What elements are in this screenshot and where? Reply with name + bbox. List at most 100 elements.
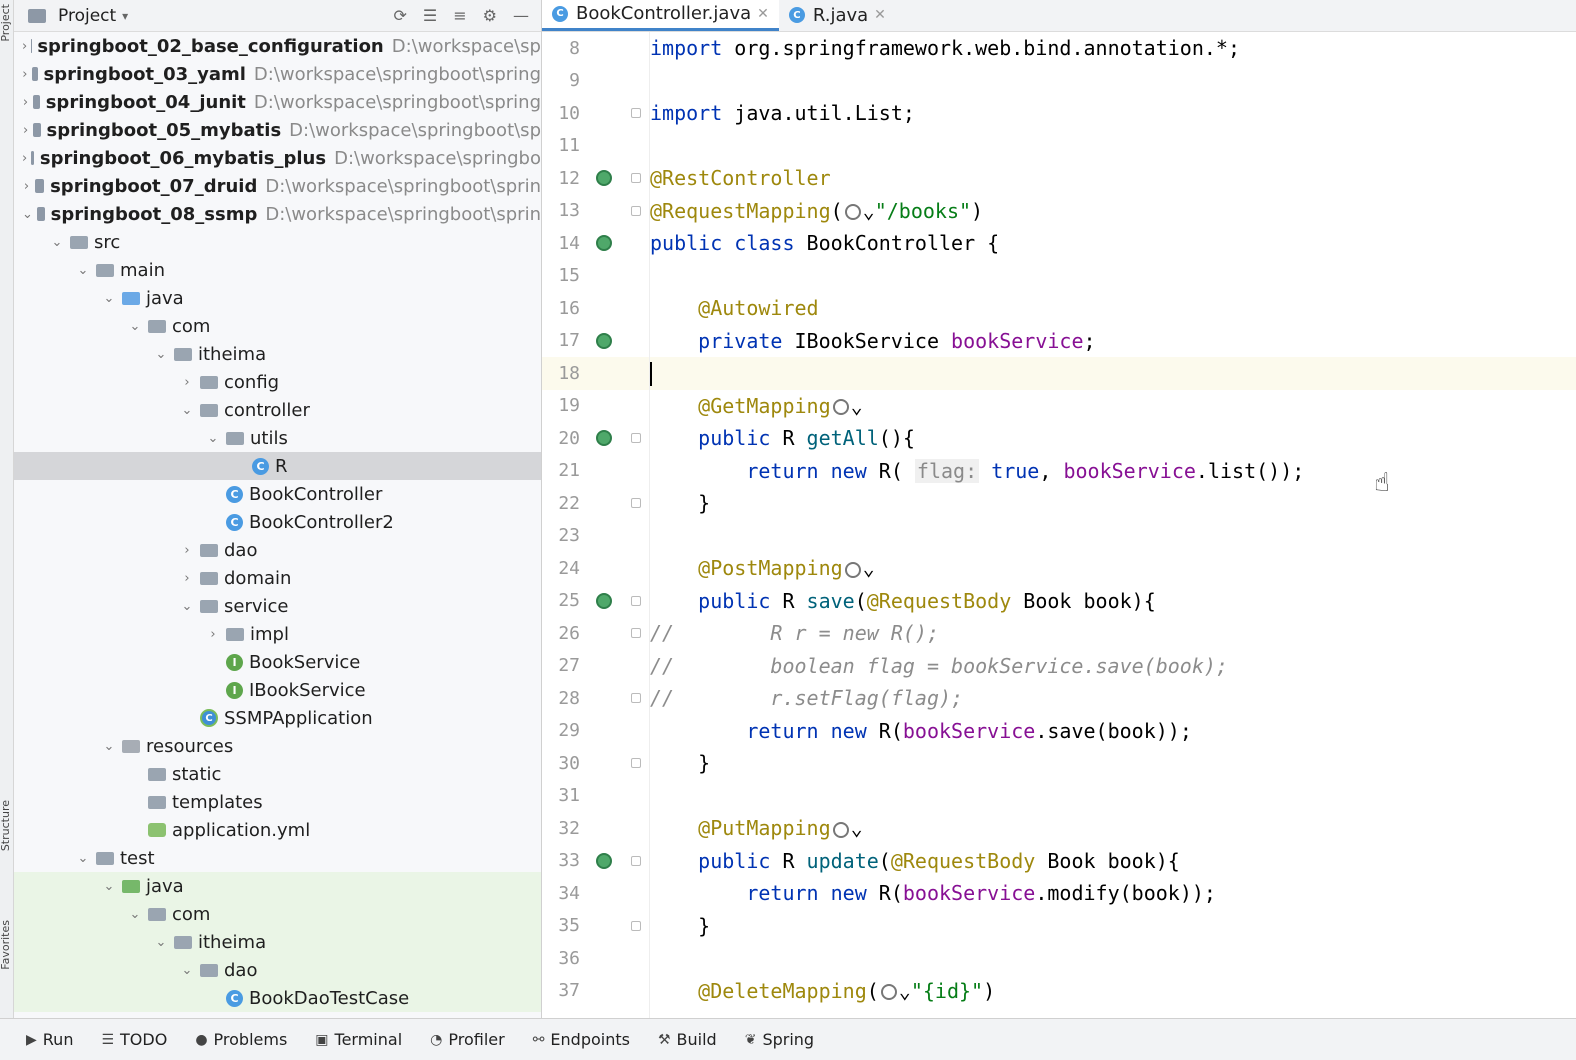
tree-item[interactable]: static xyxy=(14,760,541,788)
chevron-right-icon[interactable]: › xyxy=(178,571,196,586)
tree-item[interactable]: › springboot_03_yaml D:\workspace\springbo… xyxy=(14,60,541,88)
tool-window-button-todo[interactable]: ☰ TODO xyxy=(101,1030,167,1049)
tool-window-button-build[interactable]: ⚒ Build xyxy=(658,1030,717,1049)
code-line[interactable]: 9 xyxy=(542,65,1576,98)
code-line[interactable]: 19 @GetMapping ⌄ xyxy=(542,390,1576,423)
code-line[interactable]: 18 xyxy=(542,357,1576,390)
web-endpoint-icon[interactable] xyxy=(832,821,849,838)
close-icon[interactable]: ✕ xyxy=(757,6,769,22)
tool-window-button-run[interactable]: ▶ Run xyxy=(26,1030,73,1049)
tree-item[interactable]: ⌄ java xyxy=(14,872,541,900)
tree-item[interactable]: › impl xyxy=(14,620,541,648)
chevron-down-icon[interactable]: ⌄ xyxy=(152,347,170,362)
chevron-down-icon[interactable]: ⌄ xyxy=(178,403,196,418)
chevron-down-icon[interactable]: ⌄ xyxy=(126,907,144,922)
web-endpoint-icon[interactable] xyxy=(844,204,861,221)
code-line[interactable]: 12 @RestController xyxy=(542,162,1576,195)
chevron-right-icon[interactable]: › xyxy=(178,543,196,558)
tree-item[interactable]: I BookService xyxy=(14,648,541,676)
tree-item[interactable]: ⌄ itheima xyxy=(14,928,541,956)
chevron-right-icon[interactable]: › xyxy=(22,39,27,54)
code-line[interactable]: 13 @RequestMapping(⌄"/books") xyxy=(542,195,1576,228)
chevron-right-icon[interactable]: › xyxy=(22,151,27,166)
tree-item[interactable]: C SSMPApplication xyxy=(14,704,541,732)
chevron-right-icon[interactable]: › xyxy=(22,67,28,82)
tree-item[interactable]: › springboot_05_mybatis D:\workspace\sprin… xyxy=(14,116,541,144)
code-line[interactable]: 35 } xyxy=(542,910,1576,943)
tree-item[interactable]: › springboot_02_base_configuration D:\work… xyxy=(14,32,541,60)
tree-item[interactable]: ⌄ dao xyxy=(14,956,541,984)
chevron-down-icon[interactable]: ▾ xyxy=(122,9,128,23)
tree-item[interactable]: ⌄ itheima xyxy=(14,340,541,368)
chevron-down-icon[interactable]: ⌄ xyxy=(126,319,144,334)
fold-icon[interactable] xyxy=(631,205,641,216)
tree-item[interactable]: ⌄ src xyxy=(14,228,541,256)
code-line[interactable]: 37 @DeleteMapping(⌄"{id}") xyxy=(542,975,1576,1008)
tree-item[interactable]: › springboot_04_junit D:\workspace\springb… xyxy=(14,88,541,116)
tree-item[interactable]: templates xyxy=(14,788,541,816)
tree-item[interactable]: C BookController2 xyxy=(14,508,541,536)
code-area[interactable]: 8 import org.springframework.web.bind.ann… xyxy=(542,32,1576,1007)
minimize-icon[interactable]: — xyxy=(513,6,529,25)
code-line[interactable]: 14 public class BookController { xyxy=(542,227,1576,260)
fold-icon[interactable] xyxy=(631,498,641,509)
code-line[interactable]: 11 xyxy=(542,130,1576,163)
tree-item[interactable]: ⌄ utils xyxy=(14,424,541,452)
spring-bean-icon[interactable] xyxy=(596,235,612,252)
code-line[interactable]: 21 return new R( flag: true, bookService… xyxy=(542,455,1576,488)
code-line[interactable]: 20 public R getAll(){ xyxy=(542,422,1576,455)
chevron-right-icon[interactable]: › xyxy=(22,95,29,110)
fold-icon[interactable] xyxy=(631,758,641,769)
chevron-down-icon[interactable]: ⌄ xyxy=(152,935,170,950)
tool-window-button-terminal[interactable]: ▣ Terminal xyxy=(315,1030,402,1049)
web-endpoint-icon[interactable] xyxy=(832,399,849,416)
tree-item[interactable]: › domain xyxy=(14,564,541,592)
tool-window-button-profiler[interactable]: ◔ Profiler xyxy=(430,1030,505,1049)
chevron-down-icon[interactable]: ⌄ xyxy=(178,599,196,614)
editor-tab[interactable]: C R.java ✕ xyxy=(779,0,896,31)
code-line[interactable]: 33 public R update(@RequestBody Book boo… xyxy=(542,845,1576,878)
code-line[interactable]: 17 private IBookService bookService; xyxy=(542,325,1576,358)
favorites-tool-label[interactable]: Favorites xyxy=(0,920,12,970)
tree-item[interactable]: ⌄ java xyxy=(14,284,541,312)
code-line[interactable]: 15 xyxy=(542,260,1576,293)
tree-item[interactable]: › springboot_06_mybatis_plus D:\workspace\… xyxy=(14,144,541,172)
spring-bean-icon[interactable] xyxy=(596,332,612,349)
chevron-down-icon[interactable]: ⌄ xyxy=(100,291,118,306)
spring-bean-icon[interactable] xyxy=(596,170,612,187)
code-line[interactable]: 26 // R r = new R(); xyxy=(542,617,1576,650)
chevron-down-icon[interactable]: ⌄ xyxy=(22,207,33,222)
chevron-down-icon[interactable]: ⌄ xyxy=(74,263,92,278)
chevron-down-icon[interactable]: ⌄ xyxy=(100,739,118,754)
tree-item[interactable]: › dao xyxy=(14,536,541,564)
chevron-right-icon[interactable]: › xyxy=(178,375,196,390)
spring-bean-icon[interactable] xyxy=(596,430,612,447)
chevron-down-icon[interactable]: ⌄ xyxy=(178,963,196,978)
fold-icon[interactable] xyxy=(631,855,641,866)
tree-item[interactable]: C BookDaoTestCase xyxy=(14,984,541,1012)
web-endpoint-icon[interactable] xyxy=(880,984,897,1001)
structure-tool-label[interactable]: Structure xyxy=(0,800,12,851)
spring-bean-icon[interactable] xyxy=(596,852,612,869)
project-panel-title[interactable]: Project xyxy=(58,6,116,26)
code-line[interactable]: 24 @PostMapping ⌄ xyxy=(542,552,1576,585)
fold-icon[interactable] xyxy=(631,433,641,444)
tree-item[interactable]: ⌄ com xyxy=(14,900,541,928)
fold-icon[interactable] xyxy=(631,693,641,704)
code-line[interactable]: 34 return new R(bookService.modify(book)… xyxy=(542,877,1576,910)
chevron-down-icon[interactable]: ⌄ xyxy=(204,431,222,446)
fold-icon[interactable] xyxy=(631,108,641,119)
code-line[interactable]: 16 @Autowired xyxy=(542,292,1576,325)
sync-icon[interactable]: ⟳ xyxy=(394,6,407,25)
code-line[interactable]: 23 xyxy=(542,520,1576,553)
editor-tab[interactable]: C BookController.java ✕ xyxy=(542,0,779,31)
fold-icon[interactable] xyxy=(631,920,641,931)
tree-item[interactable]: › config xyxy=(14,368,541,396)
tree-item[interactable]: ⌄ service xyxy=(14,592,541,620)
collapse-all-icon[interactable]: ≡ xyxy=(453,6,466,25)
code-line[interactable]: 27 // boolean flag = bookService.save(boo… xyxy=(542,650,1576,683)
code-line[interactable]: 30 } xyxy=(542,747,1576,780)
project-tool-label[interactable]: Project xyxy=(0,4,12,42)
expand-all-icon[interactable]: ☰ xyxy=(423,6,437,25)
tree-item[interactable]: ⌄ controller xyxy=(14,396,541,424)
